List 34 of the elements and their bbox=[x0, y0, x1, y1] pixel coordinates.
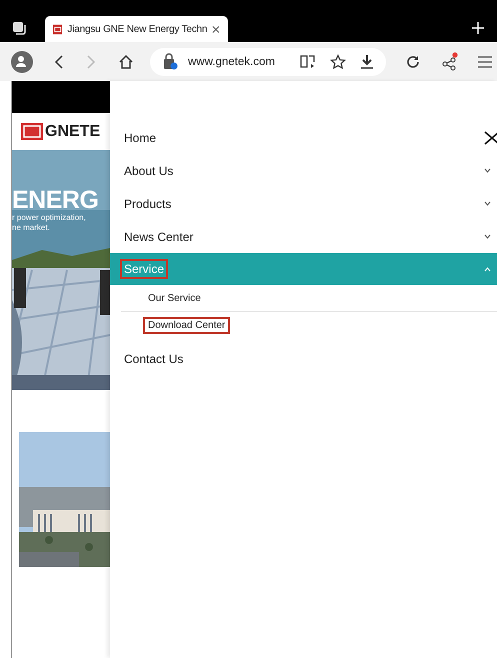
lock-icon bbox=[162, 53, 178, 70]
tabs-icon[interactable] bbox=[12, 21, 28, 37]
hero-headline: ENERG bbox=[12, 188, 98, 213]
menu-item[interactable]: News Center bbox=[110, 220, 497, 253]
menu-icon[interactable] bbox=[478, 56, 492, 68]
new-tab-icon[interactable] bbox=[472, 22, 484, 34]
chevron-icon bbox=[484, 266, 491, 272]
home-icon[interactable] bbox=[118, 54, 134, 70]
submenu-item[interactable]: Our Service bbox=[121, 285, 497, 312]
tab-title: Jiangsu GNE New Energy Techn bbox=[67, 24, 208, 34]
close-icon[interactable] bbox=[484, 131, 497, 145]
logo-text: GNETE bbox=[45, 122, 100, 140]
submenu-item[interactable]: Download Center bbox=[121, 312, 497, 338]
download-icon[interactable] bbox=[360, 54, 374, 69]
menu-item[interactable]: Home bbox=[110, 121, 497, 154]
menu-item[interactable]: About Us bbox=[110, 154, 497, 187]
menu-item[interactable]: Products bbox=[110, 187, 497, 220]
chevron-icon bbox=[484, 168, 491, 173]
chevron-icon bbox=[484, 234, 491, 239]
star-icon[interactable] bbox=[330, 54, 346, 70]
reload-icon[interactable] bbox=[406, 54, 420, 68]
address-bar[interactable]: www.gnetek.com bbox=[150, 48, 386, 76]
profile-icon[interactable] bbox=[11, 50, 33, 72]
hero-tagline: r power optimization, bbox=[12, 213, 87, 223]
hero-tagline: ne market. bbox=[12, 222, 51, 232]
menu-item[interactable]: Contact Us bbox=[110, 342, 497, 375]
chevron-icon bbox=[484, 201, 491, 206]
back-icon[interactable] bbox=[54, 54, 64, 68]
reader-icon[interactable] bbox=[300, 54, 316, 69]
close-icon[interactable] bbox=[212, 24, 220, 34]
share-icon[interactable] bbox=[442, 52, 458, 72]
browser-tab[interactable]: Jiangsu GNE New Energy Techn bbox=[45, 16, 228, 42]
favicon-icon bbox=[53, 24, 62, 34]
logo-icon bbox=[21, 123, 43, 140]
